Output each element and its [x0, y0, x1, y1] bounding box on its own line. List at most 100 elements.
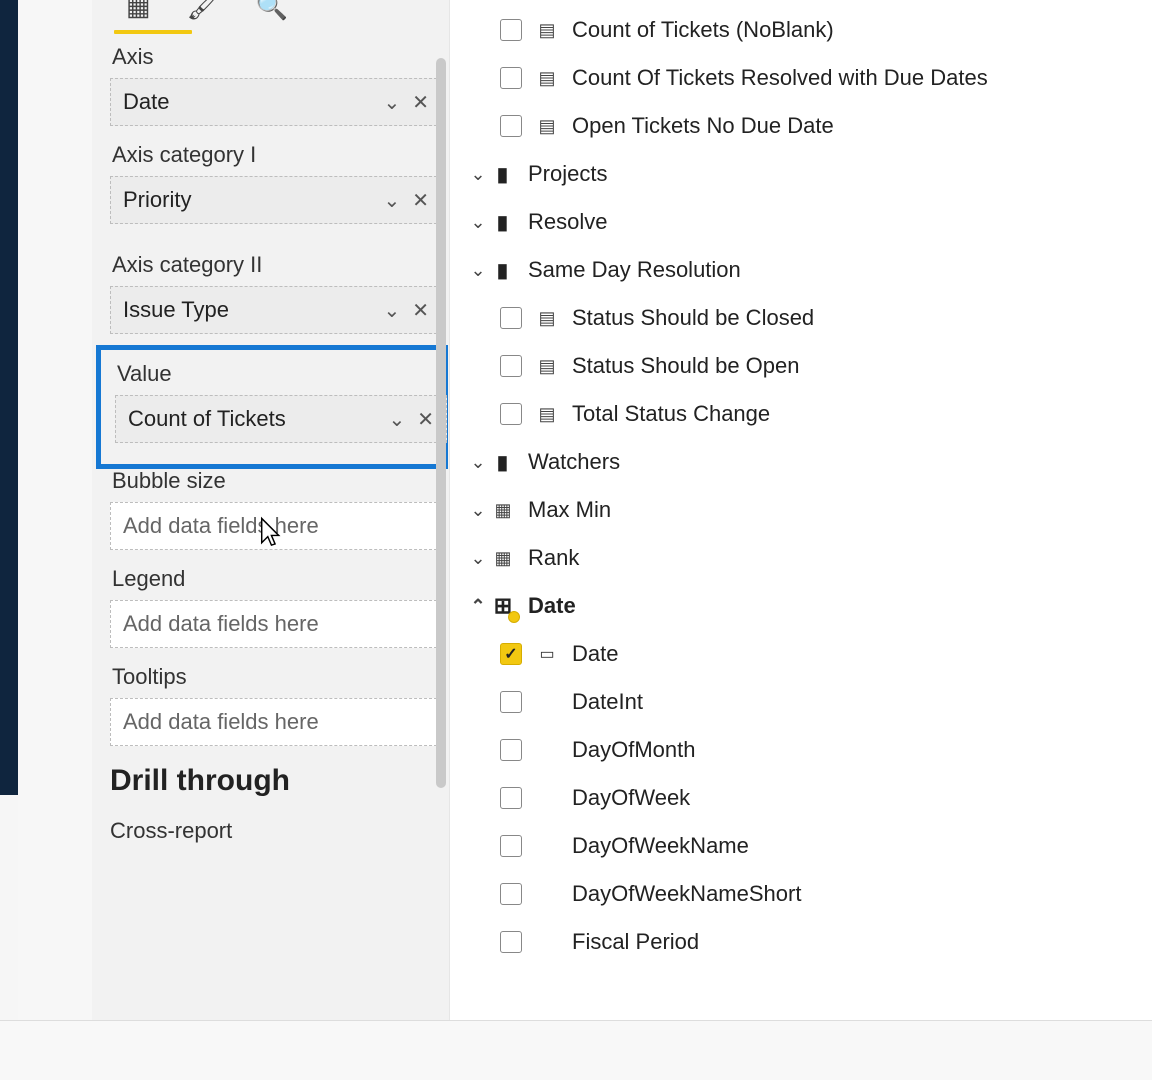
folder-label: Projects — [528, 161, 607, 187]
field-label: Count Of Tickets Resolved with Due Dates — [572, 65, 988, 91]
folder-row[interactable]: ⌄ Watchers — [450, 438, 1152, 486]
legend-well-label: Legend — [112, 566, 439, 592]
measure-icon — [536, 308, 558, 329]
axis-cat2-well-label: Axis category II — [112, 252, 439, 278]
field-label: DayOfWeekName — [572, 833, 749, 859]
folder-icon — [492, 258, 514, 283]
measure-icon — [536, 404, 558, 425]
remove-field-icon[interactable]: ✕ — [412, 188, 429, 213]
remove-field-icon[interactable]: ✕ — [412, 298, 429, 323]
field-row[interactable]: Count Of Tickets Resolved with Due Dates — [450, 54, 1152, 102]
chevron-up-icon[interactable]: ⌃ — [464, 596, 492, 617]
field-checkbox[interactable] — [500, 67, 522, 89]
axis-cat2-well[interactable]: Issue Type ⌄ ✕ — [110, 286, 442, 334]
tooltips-well[interactable]: Add data fields here — [110, 698, 442, 746]
field-checkbox[interactable] — [500, 835, 522, 857]
chevron-down-icon[interactable]: ⌄ — [388, 407, 405, 432]
folder-row[interactable]: ⌄ Resolve — [450, 198, 1152, 246]
measure-icon — [536, 116, 558, 137]
measure-icon — [492, 500, 514, 521]
field-label: DateInt — [572, 689, 643, 715]
chevron-down-icon[interactable]: ⌄ — [464, 548, 492, 569]
legend-well-placeholder: Add data fields here — [123, 611, 319, 637]
scrollbar-thumb[interactable] — [436, 58, 446, 788]
field-label: Total Status Change — [572, 401, 770, 427]
chevron-down-icon[interactable]: ⌄ — [383, 90, 400, 115]
measure-row[interactable]: ⌄ Max Min — [450, 486, 1152, 534]
bubble-well[interactable]: Add data fields here — [110, 502, 442, 550]
field-row[interactable]: ✓ Date — [450, 630, 1152, 678]
folder-row[interactable]: ⌄ Same Day Resolution — [450, 246, 1152, 294]
field-label: Status Should be Closed — [572, 305, 814, 331]
measure-icon — [536, 20, 558, 41]
folder-label: Resolve — [528, 209, 607, 235]
folder-label: Watchers — [528, 449, 620, 475]
field-label: Count of Tickets (NoBlank) — [572, 17, 834, 43]
field-row[interactable]: Status Should be Closed — [450, 294, 1152, 342]
axis-well-value: Date — [123, 89, 169, 115]
value-well[interactable]: Count of Tickets ⌄ ✕ — [115, 395, 447, 443]
analytics-tab-icon[interactable]: 🔍 — [256, 0, 288, 22]
field-checkbox[interactable] — [500, 115, 522, 137]
value-well-value: Count of Tickets — [128, 406, 286, 432]
field-checkbox[interactable] — [500, 739, 522, 761]
status-bar — [0, 1020, 1152, 1080]
field-checkbox[interactable] — [500, 403, 522, 425]
chevron-down-icon[interactable]: ⌄ — [464, 260, 492, 281]
field-row[interactable]: DayOfMonth — [450, 726, 1152, 774]
remove-field-icon[interactable]: ✕ — [412, 90, 429, 115]
chevron-down-icon[interactable]: ⌄ — [464, 164, 492, 185]
table-row[interactable]: ⌃ Date — [450, 582, 1152, 630]
chevron-down-icon[interactable]: ⌄ — [464, 212, 492, 233]
field-row[interactable]: DayOfWeekNameShort — [450, 870, 1152, 918]
fields-tab-icon[interactable]: ▦ — [126, 0, 151, 22]
field-checkbox[interactable] — [500, 787, 522, 809]
field-label: Rank — [528, 545, 579, 571]
tooltips-well-label: Tooltips — [112, 664, 439, 690]
remove-field-icon[interactable]: ✕ — [417, 407, 434, 432]
canvas-area — [18, 0, 92, 1020]
cross-report-label: Cross-report — [110, 818, 439, 844]
field-row[interactable]: Fiscal Period — [450, 918, 1152, 966]
axis-cat2-well-value: Issue Type — [123, 297, 229, 323]
field-checkbox[interactable] — [500, 931, 522, 953]
column-icon — [536, 644, 558, 664]
field-row[interactable]: Status Should be Open — [450, 342, 1152, 390]
measure-row[interactable]: ⌄ Rank — [450, 534, 1152, 582]
folder-icon — [492, 450, 514, 475]
axis-cat1-well[interactable]: Priority ⌄ ✕ — [110, 176, 442, 224]
field-label: Status Should be Open — [572, 353, 800, 379]
format-tab-icon[interactable]: 🖌 — [187, 0, 220, 22]
drill-through-heading: Drill through — [110, 764, 439, 798]
chevron-down-icon[interactable]: ⌄ — [383, 188, 400, 213]
field-row[interactable]: DayOfWeekName — [450, 822, 1152, 870]
value-well-highlight: Value Count of Tickets ⌄ ✕ — [96, 345, 448, 469]
field-checkbox[interactable] — [500, 355, 522, 377]
field-row[interactable]: Open Tickets No Due Date — [450, 102, 1152, 150]
tooltips-well-placeholder: Add data fields here — [123, 709, 319, 735]
chevron-down-icon[interactable]: ⌄ — [383, 298, 400, 323]
field-row[interactable]: DayOfWeek — [450, 774, 1152, 822]
folder-icon — [492, 162, 514, 187]
field-checkbox[interactable] — [500, 19, 522, 41]
chevron-down-icon[interactable]: ⌄ — [464, 500, 492, 521]
measure-icon — [492, 548, 514, 569]
axis-well[interactable]: Date ⌄ ✕ — [110, 78, 442, 126]
field-row[interactable]: Total Status Change — [450, 390, 1152, 438]
bubble-well-label: Bubble size — [112, 468, 439, 494]
field-checkbox[interactable] — [500, 691, 522, 713]
folder-icon — [492, 210, 514, 235]
bubble-well-placeholder: Add data fields here — [123, 513, 319, 539]
fields-panel: Count of Tickets (NoBlank) Count Of Tick… — [450, 0, 1152, 1020]
folder-row[interactable]: ⌄ Projects — [450, 150, 1152, 198]
field-checkbox[interactable] — [500, 307, 522, 329]
axis-cat1-well-value: Priority — [123, 187, 191, 213]
chevron-down-icon[interactable]: ⌄ — [464, 452, 492, 473]
field-checkbox[interactable] — [500, 883, 522, 905]
field-row[interactable]: DateInt — [450, 678, 1152, 726]
field-label: Date — [572, 641, 618, 667]
field-row[interactable]: Count of Tickets (NoBlank) — [450, 6, 1152, 54]
legend-well[interactable]: Add data fields here — [110, 600, 442, 648]
field-checkbox[interactable]: ✓ — [500, 643, 522, 665]
value-well-label: Value — [117, 361, 434, 387]
